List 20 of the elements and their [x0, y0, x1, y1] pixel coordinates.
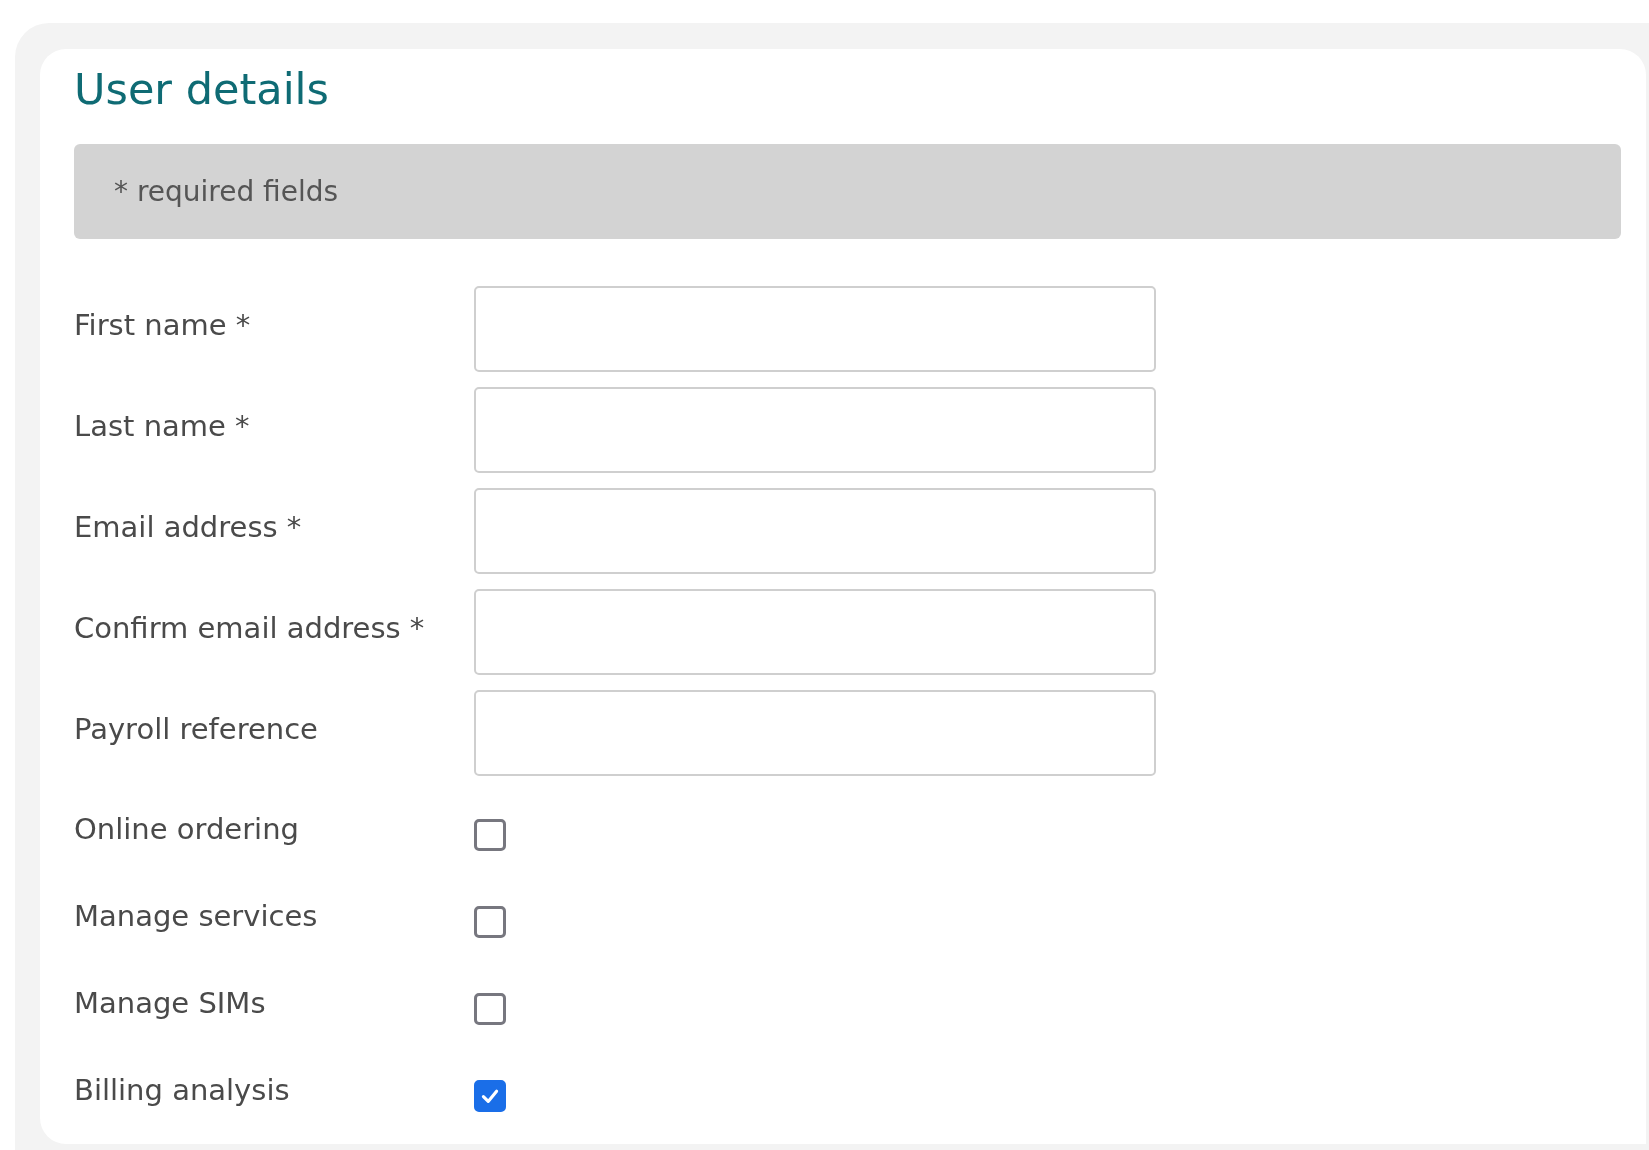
notice-text: * required fields: [114, 175, 339, 208]
field-label: Last name *: [74, 409, 251, 443]
field-label: Billing analysis: [74, 1072, 291, 1107]
section-title: User details: [74, 65, 330, 113]
field-label: Manage SIMs: [74, 985, 267, 1020]
field-label: Manage services: [74, 898, 319, 933]
checkbox[interactable]: [474, 905, 506, 938]
field-label: Email address *: [74, 510, 303, 544]
field-label: First name *: [74, 308, 252, 342]
field-label: Online ordering: [74, 811, 300, 846]
checkbox[interactable]: [474, 992, 506, 1025]
field-label: Confirm email address *: [74, 611, 426, 645]
input-field[interactable]: [474, 488, 1156, 574]
input-field[interactable]: [474, 690, 1156, 776]
checkbox[interactable]: [474, 1079, 506, 1112]
input-field[interactable]: [474, 589, 1156, 675]
field-label: Payroll reference: [74, 712, 319, 746]
input-field[interactable]: [474, 286, 1156, 372]
input-field[interactable]: [474, 387, 1156, 473]
checkbox[interactable]: [474, 818, 506, 851]
